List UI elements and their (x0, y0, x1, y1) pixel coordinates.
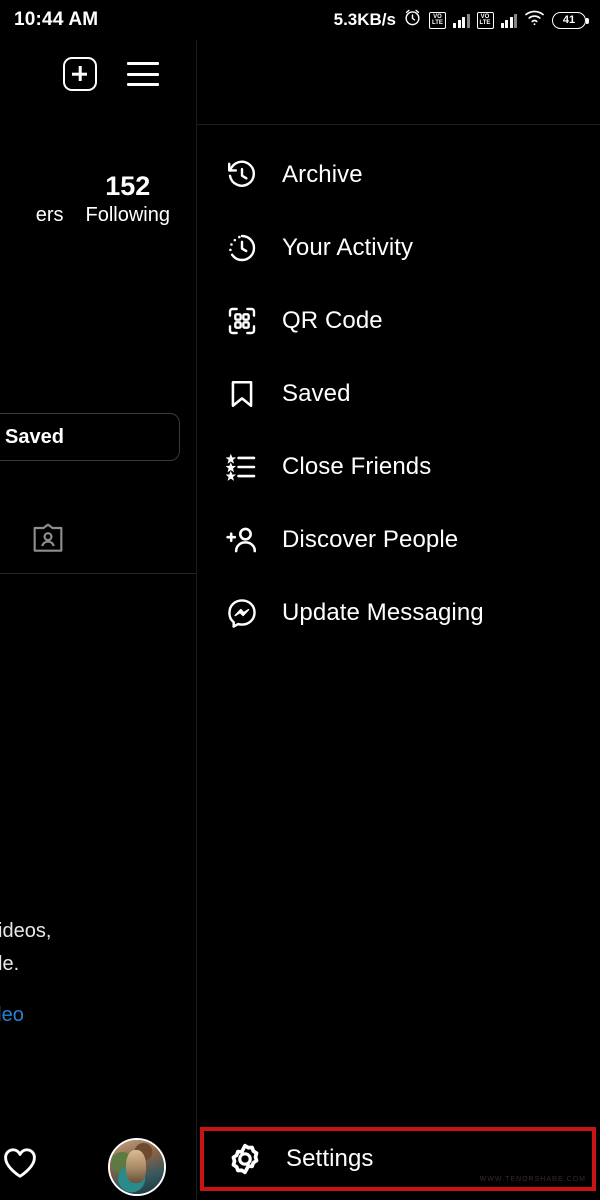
close-friends-star-list-icon (222, 447, 262, 487)
saved-button-label: Saved (5, 425, 64, 448)
qr-code-icon (222, 301, 262, 341)
person-add-icon (222, 520, 262, 560)
tagged-photos-icon[interactable] (32, 523, 64, 553)
stat-followers[interactable]: ers (36, 170, 64, 229)
profile-avatar[interactable] (108, 1138, 166, 1196)
stat-followers-label: ers (35, 204, 64, 226)
menu-item-settings[interactable]: Settings WWW.TENORSHARE.COM (200, 1127, 596, 1191)
menu-item-archive[interactable]: Archive (197, 138, 600, 211)
stat-following-count: 152 (105, 171, 151, 201)
menu-item-qr-code-label: QR Code (282, 306, 383, 334)
menu-item-settings-label: Settings (286, 1145, 374, 1172)
volte-badge-sim1: VO LTE (429, 11, 446, 29)
menu-item-saved-label: Saved (282, 379, 351, 407)
profile-stats: ers 152 Following (0, 170, 196, 229)
menu-item-archive-label: Archive (282, 160, 363, 188)
battery-indicator: 41 (552, 11, 589, 29)
bio-line-2: file. (0, 953, 20, 975)
gear-icon (225, 1139, 265, 1179)
profile-background-panel: ers 152 Following Saved videos, file. id… (0, 40, 196, 1200)
saved-button[interactable]: Saved (0, 413, 180, 461)
profile-tabs-divider (0, 573, 196, 574)
hamburger-menu-icon[interactable] (127, 62, 159, 86)
volte-sub-2: LTE (479, 20, 491, 26)
archive-clock-icon (222, 155, 262, 195)
alarm-clock-icon (403, 8, 422, 32)
status-bar-time: 10:44 AM (14, 9, 99, 30)
signal-bars-sim1 (453, 12, 470, 28)
avatar-image (110, 1140, 164, 1194)
wifi-icon (524, 9, 545, 31)
bookmark-icon (222, 374, 262, 414)
bio-link[interactable]: ideo (0, 999, 196, 1032)
profile-bio: videos, file. ideo (0, 915, 196, 1032)
menu-item-saved[interactable]: Saved (197, 357, 600, 430)
menu-item-discover-people[interactable]: Discover People (197, 503, 600, 576)
bio-line-1: videos, (0, 920, 52, 942)
menu-item-your-activity-label: Your Activity (282, 233, 414, 261)
status-bar-icons: 5.3KB/s VO LTE VO LTE 41 (333, 8, 589, 32)
volte-sub-1: LTE (432, 20, 443, 26)
volte-badge-sim2: VO LTE (476, 11, 494, 29)
menu-item-update-messaging[interactable]: Update Messaging (197, 576, 600, 649)
stat-following-label: Following (85, 204, 170, 226)
messenger-icon (222, 593, 262, 633)
signal-bars-sim2 (500, 12, 517, 28)
menu-item-qr-code[interactable]: QR Code (197, 284, 600, 357)
menu-item-close-friends-label: Close Friends (282, 452, 432, 480)
plus-square-icon[interactable] (63, 57, 97, 91)
stat-following[interactable]: 152 Following (86, 170, 170, 229)
menu-top-divider (197, 124, 600, 125)
network-speed-label: 5.3KB/s (333, 10, 396, 29)
heart-icon[interactable] (2, 1146, 38, 1184)
profile-header-actions (0, 57, 196, 91)
menu-item-your-activity[interactable]: Your Activity (197, 211, 600, 284)
side-menu-panel: Archive Your Activity QR Code Saved Clos… (197, 40, 600, 1200)
menu-item-update-messaging-label: Update Messaging (282, 598, 484, 626)
watermark: WWW.TENORSHARE.COM (479, 1176, 586, 1183)
bottom-navigation-bar (0, 1124, 196, 1200)
menu-item-list: Archive Your Activity QR Code Saved Clos… (197, 138, 600, 649)
menu-item-close-friends[interactable]: Close Friends (197, 430, 600, 503)
menu-item-discover-people-label: Discover People (282, 525, 459, 553)
status-bar: 10:44 AM 5.3KB/s VO LTE VO LTE 41 (0, 0, 600, 40)
your-activity-clock-icon (222, 228, 262, 268)
